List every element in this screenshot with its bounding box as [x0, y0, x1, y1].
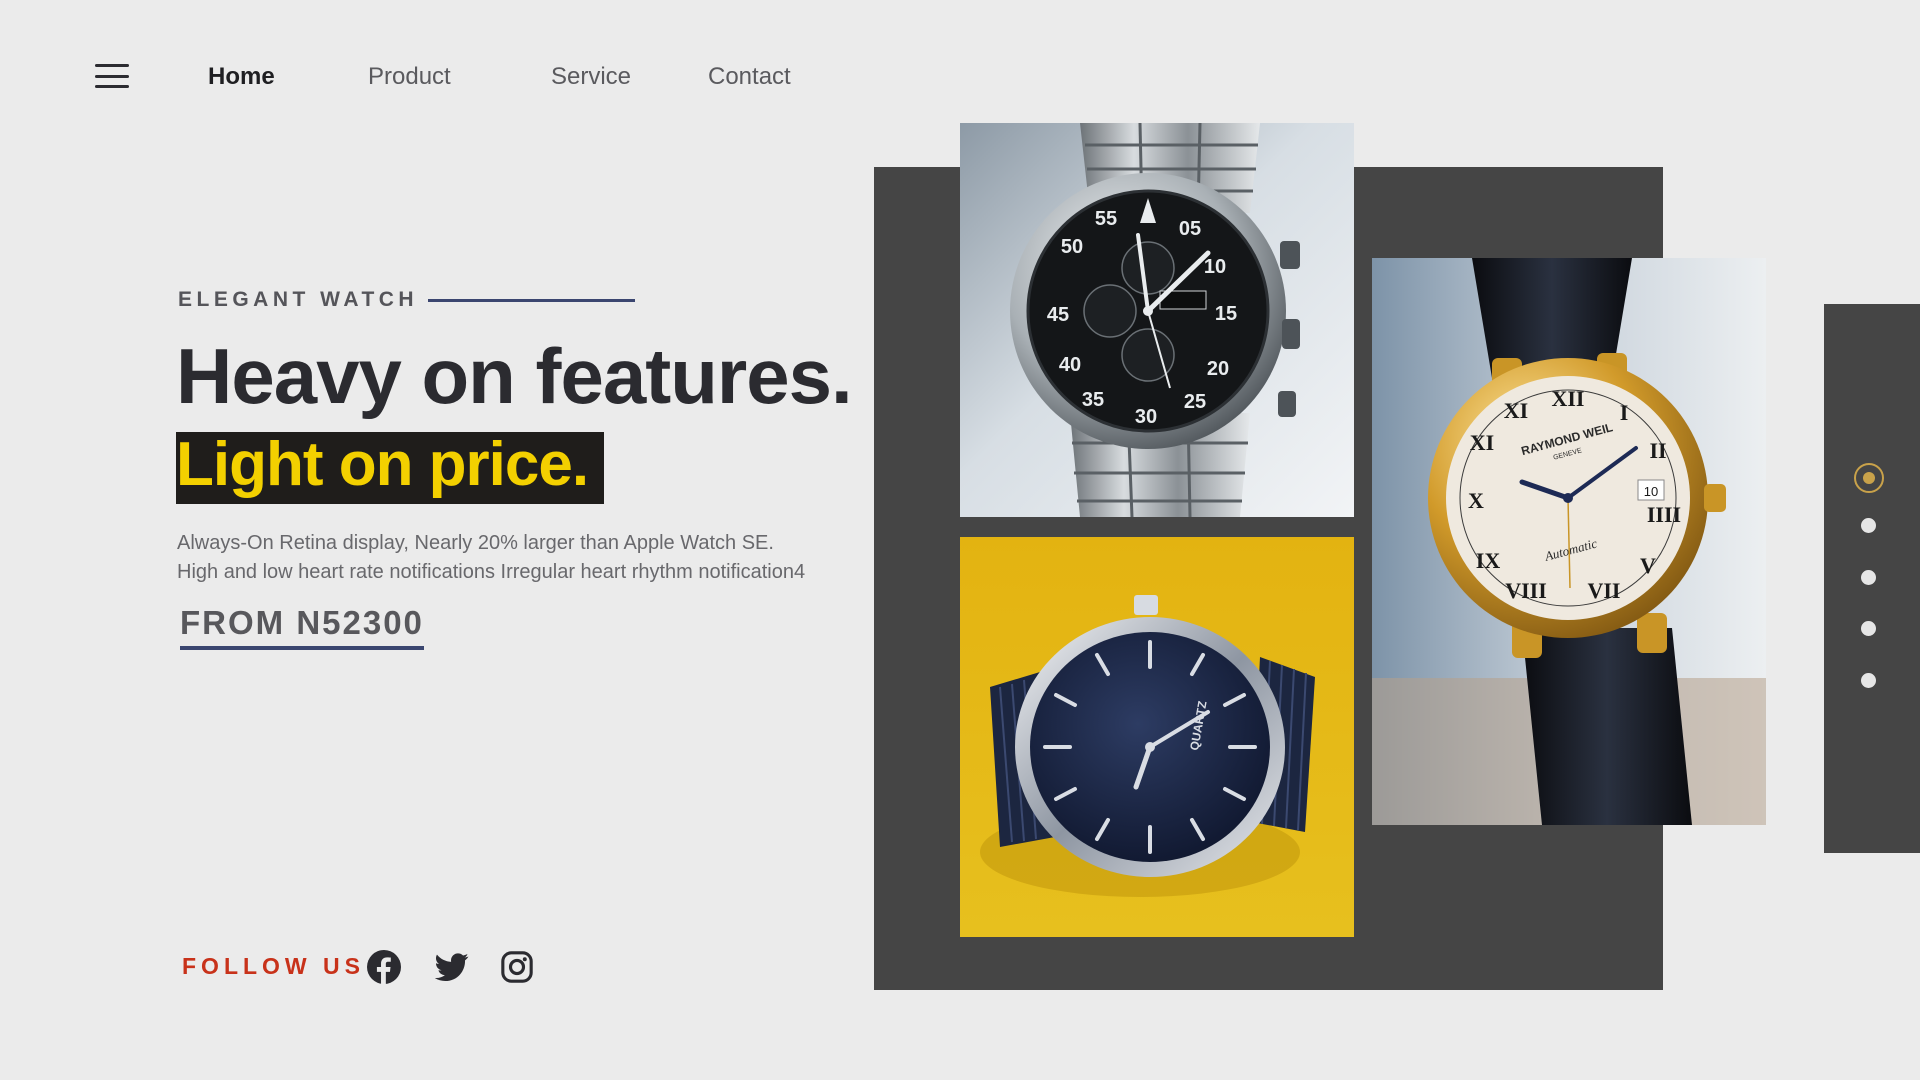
follow-us-label: FOLLOW US	[182, 953, 365, 979]
svg-text:XI: XI	[1504, 398, 1528, 423]
slider-dot[interactable]	[1861, 570, 1876, 585]
svg-text:35: 35	[1082, 389, 1104, 411]
nav-item-service[interactable]: Service	[551, 60, 631, 94]
svg-text:VII: VII	[1587, 578, 1620, 603]
svg-text:20: 20	[1207, 358, 1229, 380]
eyebrow-divider	[428, 299, 635, 302]
instagram-icon[interactable]	[500, 950, 534, 984]
slider-dot[interactable]	[1861, 518, 1876, 533]
svg-text:15: 15	[1215, 303, 1237, 325]
svg-text:10: 10	[1204, 256, 1226, 278]
svg-text:45: 45	[1047, 304, 1069, 326]
hero-description: Always-On Retina display, Nearly 20% lar…	[177, 529, 805, 587]
svg-text:II: II	[1649, 438, 1666, 463]
svg-text:I: I	[1620, 400, 1629, 425]
nav-item-home[interactable]: Home	[208, 60, 275, 94]
twitter-icon[interactable]	[435, 950, 469, 984]
svg-text:40: 40	[1059, 354, 1081, 376]
svg-text:VIII: VIII	[1505, 578, 1547, 603]
navy-mesh-watch-photo[interactable]: QUARTZ	[960, 537, 1354, 937]
svg-text:XI: XI	[1470, 430, 1494, 455]
svg-text:10: 10	[1644, 484, 1658, 499]
svg-text:V: V	[1640, 553, 1656, 578]
nav-item-contact[interactable]: Contact	[708, 60, 791, 94]
hero-eyebrow: ELEGANT WATCH	[178, 288, 419, 311]
svg-text:XII: XII	[1551, 386, 1584, 411]
svg-text:50: 50	[1061, 236, 1083, 258]
description-line: Always-On Retina display, Nearly 20% lar…	[177, 532, 774, 554]
slider-dot-active[interactable]	[1854, 463, 1884, 493]
gold-leather-watch-photo[interactable]: XII I II IIII V VII VIII IX X XI XI RAYM…	[1372, 258, 1766, 825]
svg-text:55: 55	[1095, 208, 1117, 230]
svg-text:IX: IX	[1476, 548, 1501, 573]
description-line: High and low heart rate notifications Ir…	[177, 561, 806, 583]
svg-text:30: 30	[1135, 406, 1157, 428]
nav-item-product[interactable]: Product	[368, 60, 451, 94]
silver-chronograph-photo[interactable]: 55 05 50 10 45 15 40 20 35 25 30	[960, 123, 1354, 517]
menu-icon[interactable]	[95, 64, 129, 88]
svg-text:X: X	[1468, 488, 1484, 513]
hero-headline: Heavy on features.	[176, 332, 853, 420]
svg-text:05: 05	[1179, 218, 1201, 240]
slider-dot[interactable]	[1861, 621, 1876, 636]
svg-text:25: 25	[1184, 391, 1206, 413]
facebook-icon[interactable]	[367, 950, 401, 984]
svg-text:IIII: IIII	[1647, 502, 1681, 527]
slider-dot[interactable]	[1861, 673, 1876, 688]
price-link[interactable]: FROM N52300	[180, 604, 424, 650]
hero-subheadline: Light on price.	[176, 432, 605, 504]
